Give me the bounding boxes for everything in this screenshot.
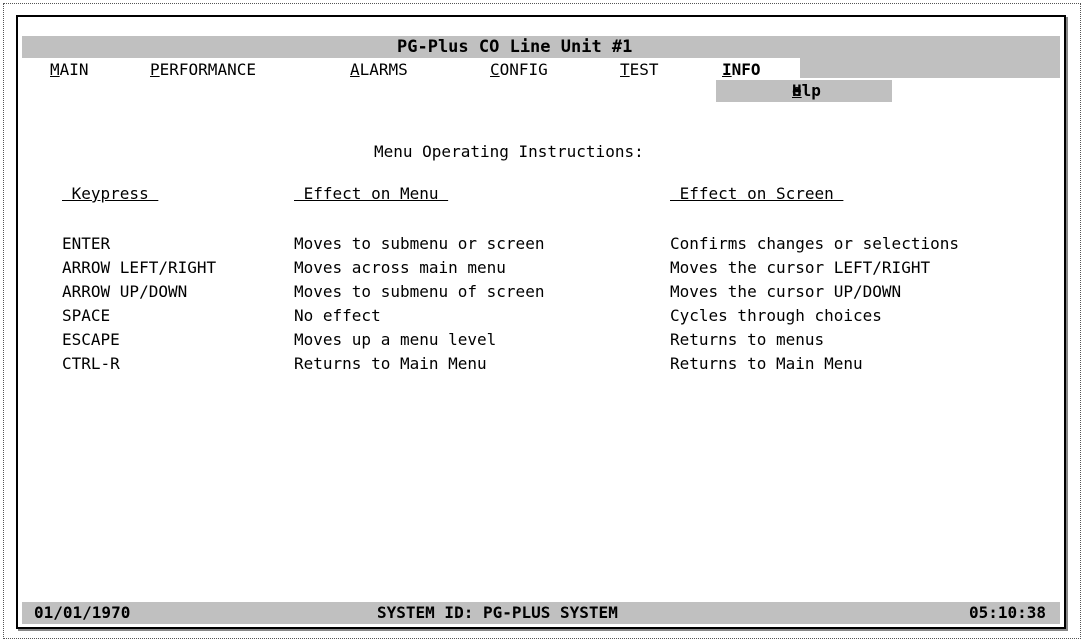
- row-effect-screen: Returns to menus: [670, 330, 825, 349]
- row-effect-menu: No effect: [294, 306, 381, 325]
- menu-config[interactable]: CONFIG: [490, 58, 548, 82]
- terminal-screen-border: PG-Plus CO Line Unit #1 MAIN PERFORMANCE…: [16, 15, 1066, 629]
- row-effect-menu: Moves to submenu or screen: [294, 234, 545, 253]
- row-keypress: ARROW UP/DOWN: [62, 282, 188, 301]
- menu-test[interactable]: TEST: [620, 58, 659, 82]
- page-title: PG-Plus CO Line Unit #1: [397, 37, 633, 57]
- terminal-screen: PG-Plus CO Line Unit #1 MAIN PERFORMANCE…: [22, 21, 1060, 624]
- status-date: 01/01/1970: [34, 603, 131, 622]
- row-keypress: SPACE: [62, 306, 111, 325]
- menu-info[interactable]: INFO: [716, 58, 767, 82]
- header-effect-on-screen: Effect on Screen: [670, 184, 844, 203]
- status-bar: 01/01/1970 SYSTEM ID: PG-PLUS SYSTEM 05:…: [22, 602, 1060, 624]
- main-menu-bar: MAIN PERFORMANCE ALARMS CONFIG TEST INFO: [22, 58, 1060, 82]
- row-effect-screen: Moves the cursor UP/DOWN: [670, 282, 902, 301]
- menu-performance[interactable]: PERFORMANCE: [150, 58, 256, 82]
- header-keypress: Keypress: [62, 184, 159, 203]
- row-keypress: ENTER: [62, 234, 111, 253]
- row-keypress: ESCAPE: [62, 330, 120, 349]
- row-effect-menu: Returns to Main Menu: [294, 354, 487, 373]
- menu-bar-gray-segment: [800, 58, 1060, 78]
- status-system-id: SYSTEM ID: PG-PLUS SYSTEM: [377, 603, 618, 622]
- submenu-bar: Help: [716, 80, 892, 102]
- window-frame: PG-Plus CO Line Unit #1 MAIN PERFORMANCE…: [3, 3, 1081, 639]
- row-effect-menu: Moves to submenu of screen: [294, 282, 545, 301]
- row-effect-menu: Moves across main menu: [294, 258, 506, 277]
- row-effect-screen: Confirms changes or selections: [670, 234, 959, 253]
- menu-main[interactable]: MAIN: [50, 58, 89, 82]
- status-time: 05:10:38: [968, 603, 1046, 622]
- row-effect-screen: Cycles through choices: [670, 306, 882, 325]
- title-bar: PG-Plus CO Line Unit #1: [22, 36, 1060, 58]
- instructions-title: Menu Operating Instructions:: [374, 142, 644, 161]
- row-keypress: CTRL-R: [62, 354, 120, 373]
- menu-alarms[interactable]: ALARMS: [350, 58, 408, 82]
- header-effect-on-menu: Effect on Menu: [294, 184, 449, 203]
- row-effect-menu: Moves up a menu level: [294, 330, 497, 349]
- row-keypress: ARROW LEFT/RIGHT: [62, 258, 217, 277]
- row-effect-screen: Returns to Main Menu: [670, 354, 863, 373]
- row-effect-screen: Moves the cursor LEFT/RIGHT: [670, 258, 931, 277]
